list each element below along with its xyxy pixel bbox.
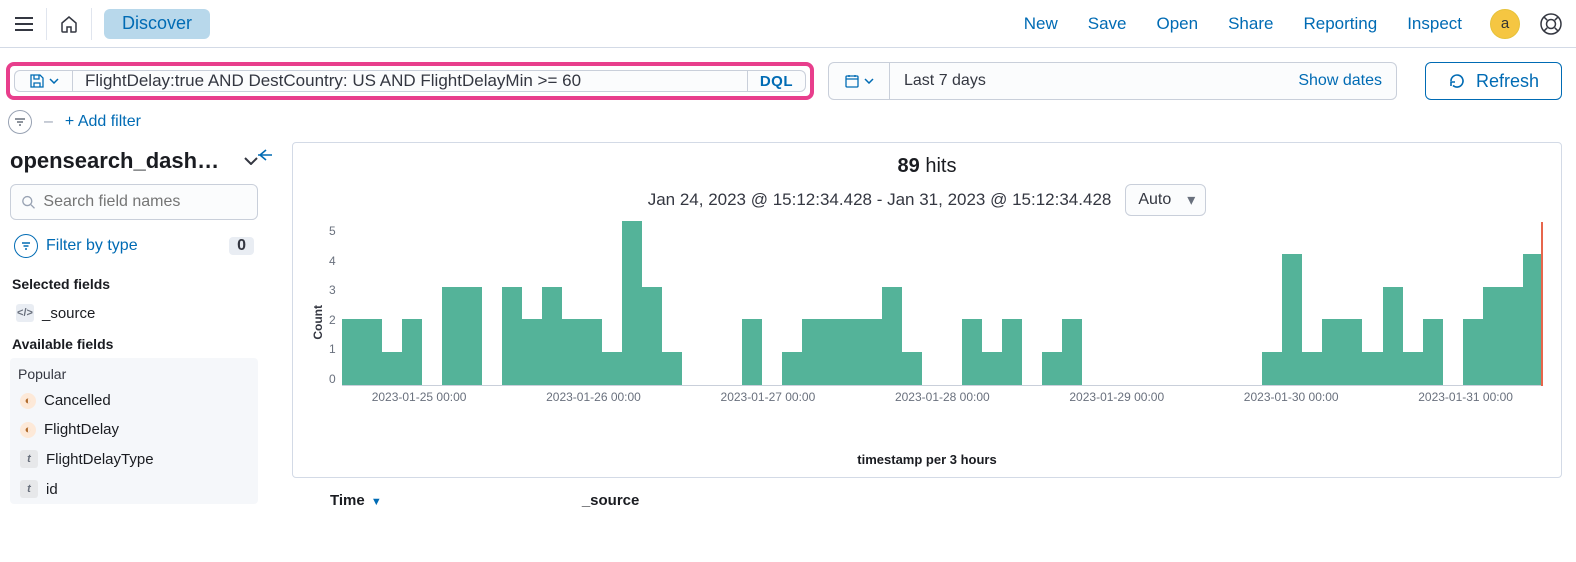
inspect-link[interactable]: Inspect [1407,14,1462,34]
chevron-down-icon [49,78,59,84]
results-content: 89 hits Jan 24, 2023 @ 15:12:34.428 - Ja… [268,142,1576,542]
query-input-container [72,70,748,92]
histogram-chart[interactable]: Count 543210 2023-01-25 00:002023-01-26 … [311,222,1543,422]
saved-queries-button[interactable] [14,70,72,92]
boolean-field-icon: ◐ [20,393,36,409]
popular-fields-group: Popular ◐ Cancelled ◐ FlightDelay t Flig… [10,358,258,504]
field-search-input[interactable] [43,193,247,211]
field-item-id[interactable]: t id [14,474,254,504]
share-link[interactable]: Share [1228,14,1273,34]
breadcrumb[interactable]: Discover [104,9,210,39]
field-label: id [46,481,58,498]
save-link[interactable]: Save [1088,14,1127,34]
available-fields-heading: Available fields [12,336,258,352]
index-pattern-selector[interactable]: opensearch_dashbo… [10,148,258,174]
column-source[interactable]: _source [582,492,640,509]
filter-icon [21,241,31,251]
date-picker-group: Last 7 days Show dates [828,62,1397,100]
source-field-icon: </> [16,304,34,322]
current-time-marker [1541,222,1543,386]
boolean-field-icon: ◐ [20,422,36,438]
filter-icon [14,116,26,128]
column-time[interactable]: Time ▼ [330,492,382,509]
menu-toggle-button[interactable] [4,4,44,44]
field-item-flightdelaytype[interactable]: t FlightDelayType [14,444,254,474]
home-icon [59,14,79,34]
home-button[interactable] [49,4,89,44]
fields-sidebar: opensearch_dashbo… Filter by type 0 Sele… [0,142,268,542]
selected-fields-heading: Selected fields [12,276,258,292]
yaxis-title: Count [311,305,325,340]
field-search-container [10,184,258,220]
divider [91,8,92,40]
new-link[interactable]: New [1024,14,1058,34]
histogram-panel: 89 hits Jan 24, 2023 @ 15:12:34.428 - Ja… [292,142,1562,478]
top-nav: Discover New Save Open Share Reporting I… [0,0,1576,48]
chevron-down-icon: ▾ [1187,190,1195,210]
field-label: FlightDelayType [46,451,154,468]
field-label: Cancelled [44,392,111,409]
divider [46,8,47,40]
refresh-icon [1448,72,1466,90]
help-button[interactable] [1538,11,1564,37]
quick-date-button[interactable] [828,62,890,100]
date-range-display[interactable]: Last 7 days Show dates [890,62,1397,100]
bars-container [342,222,1543,386]
string-field-icon: t [20,480,38,498]
field-label: FlightDelay [44,421,119,438]
query-bar-highlight-annotation: DQL [6,62,814,100]
xaxis-ticks: 2023-01-25 00:002023-01-26 00:002023-01-… [342,390,1543,404]
refresh-button[interactable]: Refresh [1425,62,1562,100]
reporting-link[interactable]: Reporting [1303,14,1377,34]
interval-select[interactable]: Auto ▾ [1125,184,1206,216]
xaxis-title: timestamp per 3 hours [311,452,1543,477]
hit-count-word: hits [925,155,956,177]
search-icon [21,194,35,210]
filter-by-type-button[interactable]: Filter by type 0 [10,228,258,268]
string-field-icon: t [20,450,38,468]
query-input[interactable] [85,71,735,91]
chevron-down-icon [864,78,874,84]
main-area: opensearch_dashbo… Filter by type 0 Sele… [0,142,1576,542]
collapse-left-icon [254,148,274,162]
query-language-switch[interactable]: DQL [748,70,806,92]
add-filter-button[interactable]: + Add filter [65,113,141,131]
filter-bar: – + Add filter [0,100,1576,142]
field-label: _source [42,305,95,322]
collapse-sidebar-button[interactable] [254,148,274,162]
chart-date-range: Jan 24, 2023 @ 15:12:34.428 - Jan 31, 20… [648,190,1112,210]
hit-count: 89 hits [311,155,1543,178]
filter-by-type-count: 0 [229,237,254,255]
top-nav-actions: New Save Open Share Reporting Inspect [1024,14,1462,34]
disk-icon [29,73,45,89]
show-dates-link[interactable]: Show dates [1298,72,1382,90]
index-pattern-name: opensearch_dashbo… [10,148,220,174]
hit-count-number: 89 [898,155,920,177]
popular-label: Popular [14,364,254,386]
yaxis-ticks: 543210 [329,222,342,386]
hamburger-icon [15,17,33,31]
filter-settings-button[interactable] [8,110,32,134]
sort-descending-icon: ▼ [371,496,382,508]
filter-icon-circle [14,234,38,258]
field-item-cancelled[interactable]: ◐ Cancelled [14,386,254,415]
user-avatar[interactable]: a [1490,9,1520,39]
interval-value: Auto [1138,191,1171,208]
calendar-icon [844,73,860,89]
query-bar-row: DQL Last 7 days Show dates Refresh [0,48,1576,100]
field-item-flightdelay[interactable]: ◐ FlightDelay [14,415,254,444]
filter-by-type-label: Filter by type [46,237,138,255]
refresh-label: Refresh [1476,71,1539,92]
chart-subheader: Jan 24, 2023 @ 15:12:34.428 - Jan 31, 20… [311,184,1543,216]
open-link[interactable]: Open [1157,14,1199,34]
lifebuoy-icon [1539,12,1563,36]
field-item-source[interactable]: </> _source [10,298,258,328]
chart-plot-area: 2023-01-25 00:002023-01-26 00:002023-01-… [342,222,1543,402]
results-table-header: Time ▼ _source [292,478,1562,513]
date-range-label: Last 7 days [904,72,986,90]
